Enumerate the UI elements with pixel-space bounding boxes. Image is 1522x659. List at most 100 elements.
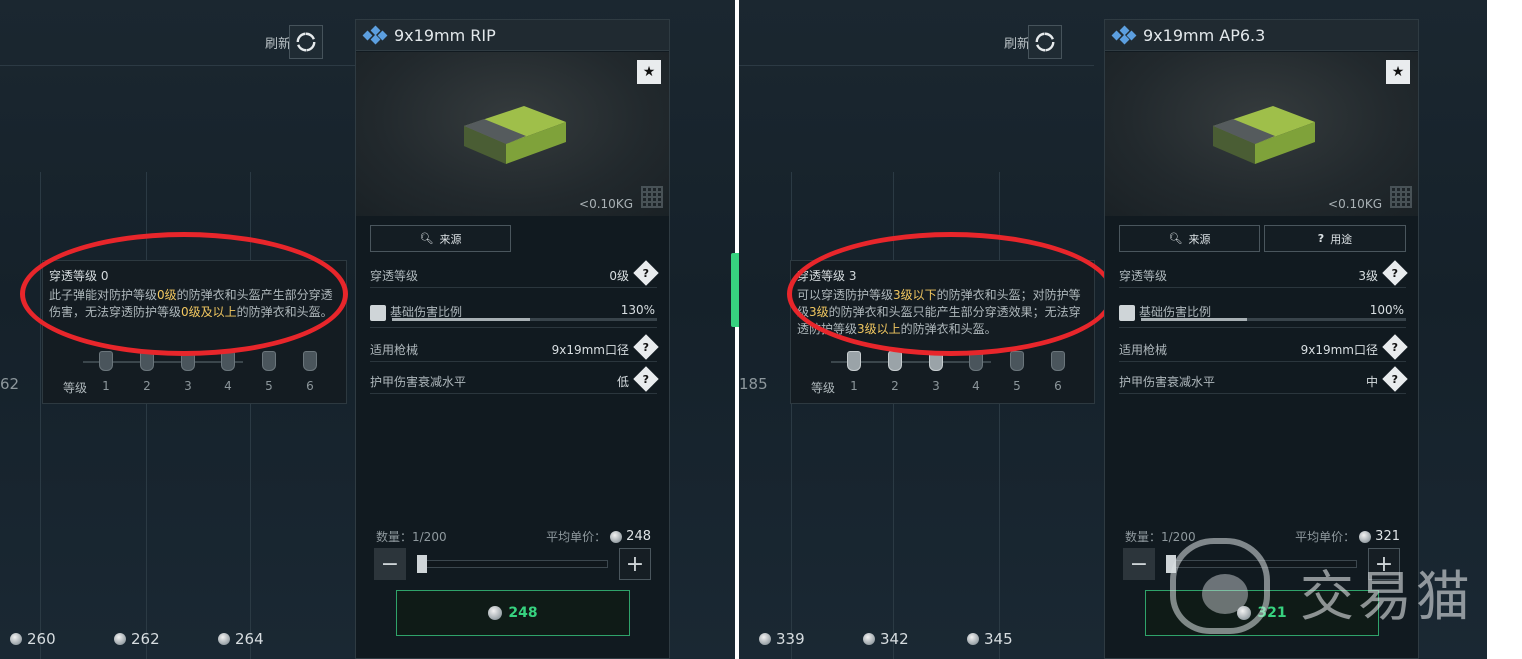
help-question-icon[interactable]: ? xyxy=(633,366,659,392)
partial-number: 62 xyxy=(0,375,20,393)
rarity-diamonds-icon xyxy=(362,25,388,45)
price-tick: 264 xyxy=(218,630,264,648)
coin-icon xyxy=(610,530,623,543)
refresh-icon xyxy=(296,32,316,52)
help-question-icon[interactable]: ? xyxy=(633,334,659,360)
card-button-row: 🔍︎ 来源 xyxy=(370,225,657,252)
buy-button[interactable]: 321 xyxy=(1145,590,1379,636)
left-screenshot-panel: 刷新 62 260 262 264 穿透等级 0 此子弹能对防护等级0级的防弹衣… xyxy=(0,0,735,659)
top-bar: 刷新 xyxy=(0,19,355,66)
search-icon: 🔍︎ xyxy=(419,232,434,245)
damage-bar xyxy=(392,318,657,321)
price-tick: 342 xyxy=(863,630,909,648)
armor-plate-icon xyxy=(303,351,317,371)
help-question-icon[interactable]: ? xyxy=(1382,260,1408,286)
search-icon: 🔍︎ xyxy=(1168,232,1183,245)
level-label: 等级 xyxy=(811,381,836,395)
price-axis: 260 262 264 xyxy=(0,630,355,650)
coin-icon xyxy=(114,633,126,645)
refresh-label: 刷新 xyxy=(264,37,291,52)
armor-level-3: 3 xyxy=(181,351,195,393)
armor-plate-icon xyxy=(1010,351,1024,371)
help-question-icon[interactable]: ? xyxy=(633,260,659,286)
item-weight: <0.10KG xyxy=(579,197,633,211)
armor-plate-broken-icon xyxy=(888,351,902,371)
item-detail-card: 9x19mm AP6.3 ★ <0.10KG 🔍︎ 来源 ? 用途 穿透等级 3级 ?… xyxy=(1104,19,1419,659)
decrease-quantity-button[interactable]: − xyxy=(374,548,406,580)
slider-handle[interactable] xyxy=(1166,555,1176,573)
coin-icon xyxy=(488,606,503,620)
increase-quantity-button[interactable]: + xyxy=(619,548,651,580)
armor-plate-icon xyxy=(99,351,113,371)
penetration-row: 穿透等级 0级 ? xyxy=(370,260,659,288)
armor-plate-icon xyxy=(1051,351,1065,371)
price-tick: 345 xyxy=(967,630,1013,648)
armor-level-6: 6 xyxy=(1051,351,1065,393)
item-weight: <0.10KG xyxy=(1328,197,1382,211)
armor-level-2: 2 xyxy=(140,351,154,393)
item-preview: ★ <0.10KG xyxy=(1105,52,1418,216)
item-preview: ★ <0.10KG xyxy=(356,52,669,216)
price-tick: 262 xyxy=(114,630,160,648)
price-tick: 260 xyxy=(10,630,56,648)
favorite-star-button[interactable]: ★ xyxy=(637,60,661,84)
card-header: 9x19mm AP6.3 xyxy=(1105,20,1418,51)
quantity-label: 数量：1/200 xyxy=(376,530,447,544)
armor-damage-row: 护甲伤害衰减水平低 ? xyxy=(370,366,659,394)
grid-line xyxy=(791,172,792,659)
refresh-button[interactable] xyxy=(1028,25,1062,59)
partial-number: 185 xyxy=(739,375,768,393)
coin-icon xyxy=(967,633,979,645)
armor-plate-broken-icon xyxy=(847,351,861,371)
weapon-row: 适用枪械 9x19mm口径 ? xyxy=(1119,334,1408,362)
refresh-button[interactable] xyxy=(289,25,323,59)
damage-bar xyxy=(1141,318,1406,321)
item-detail-card: 9x19mm RIP ★ <0.10KG 🔍︎ 来源 穿透等级 0级 ? 基础伤害比… xyxy=(355,19,670,659)
red-annotation-ellipse xyxy=(787,232,1115,356)
armor-level-5: 5 xyxy=(262,351,276,393)
top-bar: 刷新 xyxy=(739,19,1094,66)
help-question-icon[interactable]: ? xyxy=(1382,334,1408,360)
quantity-slider[interactable] xyxy=(1166,555,1357,573)
item-title: 9x19mm AP6.3 xyxy=(1143,25,1266,45)
source-button[interactable]: 🔍︎ 来源 xyxy=(370,225,511,252)
armor-level-4: 4 xyxy=(969,351,983,393)
question-icon: ? xyxy=(1317,232,1325,245)
star-icon: ★ xyxy=(1391,64,1405,80)
increase-quantity-button[interactable]: + xyxy=(1368,548,1400,580)
armor-level-5: 5 xyxy=(1010,351,1024,393)
price-axis: 339 342 345 xyxy=(739,630,1094,650)
refresh-icon xyxy=(1035,32,1055,52)
armor-level-4: 4 xyxy=(221,351,235,393)
right-margin xyxy=(1487,0,1522,659)
buy-button[interactable]: 248 xyxy=(396,590,630,636)
ammo-box-image xyxy=(1213,106,1315,164)
grid-line xyxy=(40,172,41,659)
armor-level-2: 2 xyxy=(888,351,902,393)
armor-damage-row: 护甲伤害衰减水平中 ? xyxy=(1119,366,1408,394)
favorite-star-button[interactable]: ★ xyxy=(1386,60,1410,84)
level-label: 等级 xyxy=(63,381,88,395)
price-tick: 339 xyxy=(759,630,805,648)
armor-level-row: 等级 1 2 3 4 5 6 xyxy=(809,351,1079,395)
decrease-quantity-button[interactable]: − xyxy=(1123,548,1155,580)
red-annotation-ellipse xyxy=(20,232,348,356)
armor-level-3: 3 xyxy=(929,351,943,393)
usage-button[interactable]: ? 用途 xyxy=(1264,225,1406,252)
help-question-icon[interactable]: ? xyxy=(1382,366,1408,392)
slider-handle[interactable] xyxy=(417,555,427,573)
armor-level-row: 等级 1 2 3 4 5 6 xyxy=(61,351,331,395)
coin-icon xyxy=(10,633,22,645)
right-screenshot-panel: 刷新 185 339 342 345 穿透等级 3 可以穿透防护等级3级以下的防… xyxy=(739,0,1487,659)
armor-plate-icon xyxy=(262,351,276,371)
source-button[interactable]: 🔍︎ 来源 xyxy=(1119,225,1260,252)
coin-icon xyxy=(759,633,771,645)
damage-row: 基础伤害比例 130% xyxy=(370,296,657,328)
quantity-slider[interactable] xyxy=(417,555,608,573)
refresh-label: 刷新 xyxy=(1003,37,1030,52)
average-price: 平均单价： 248 xyxy=(546,529,651,544)
star-icon: ★ xyxy=(642,64,656,80)
ammo-box-image xyxy=(464,106,566,164)
damage-bar-fill xyxy=(392,318,530,321)
coin-icon xyxy=(218,633,230,645)
